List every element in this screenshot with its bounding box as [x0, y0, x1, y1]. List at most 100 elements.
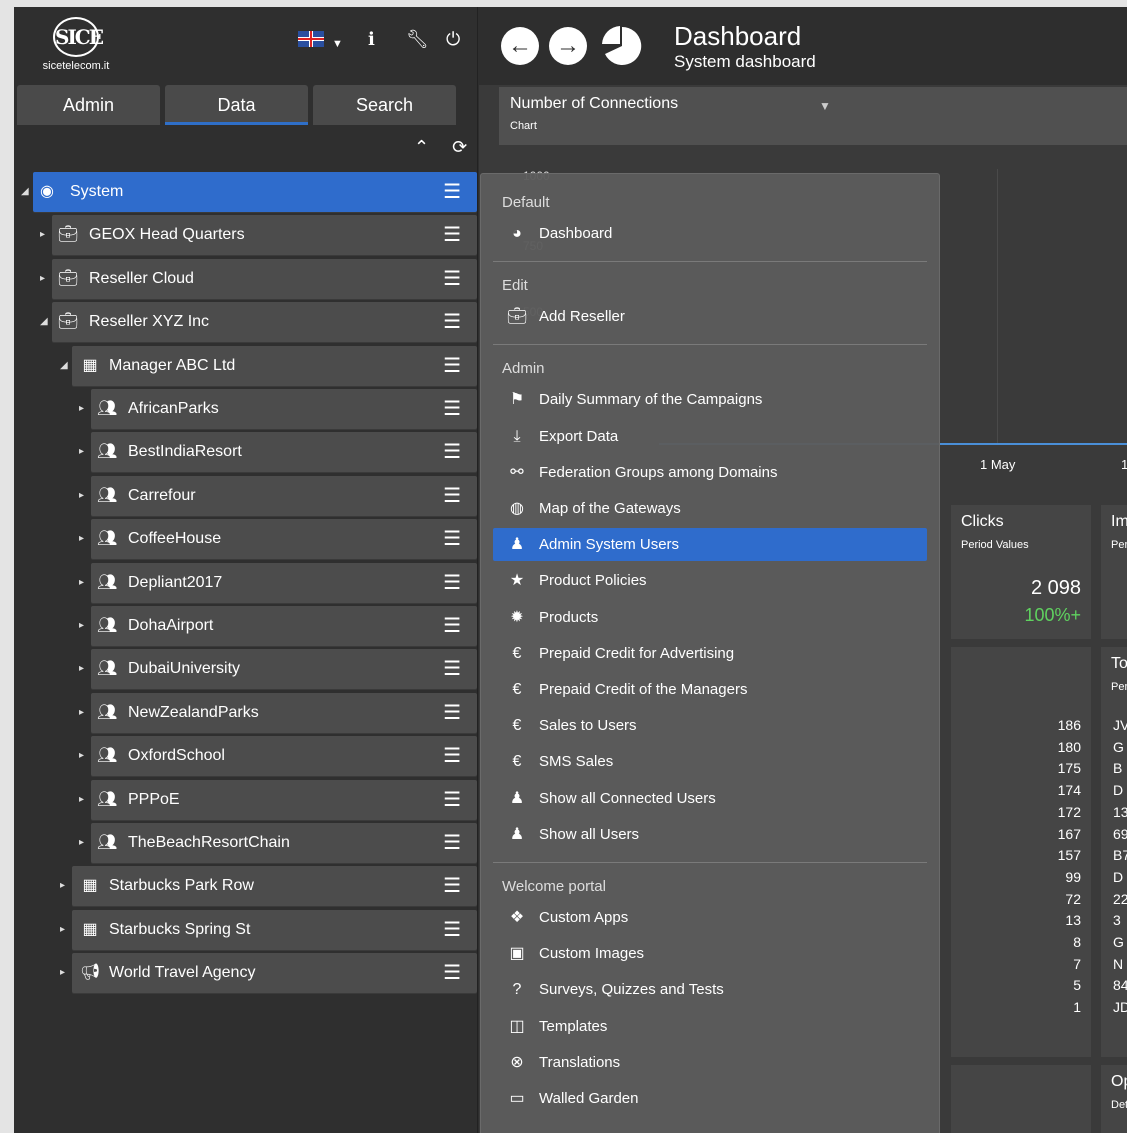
menu-item[interactable]: ▭ Walled Garden [493, 1082, 927, 1115]
tab-data[interactable]: Data [165, 85, 308, 125]
tree-expander[interactable]: ▸ [79, 606, 89, 646]
tree-node[interactable]: 👥︎ Depliant2017 ☰ [91, 562, 477, 603]
uk-flag-icon[interactable] [298, 31, 324, 47]
menu-item[interactable]: ♟ Show all Users [493, 818, 927, 851]
menu-item[interactable]: ♟ Show all Connected Users [493, 782, 927, 815]
tree-expander[interactable]: ▸ [79, 780, 89, 820]
wrench-icon[interactable]: 🔧︎ [406, 29, 429, 49]
tree-node[interactable]: 👥︎ NewZealandParks ☰ [91, 692, 477, 733]
menu-item[interactable]: € SMS Sales [493, 745, 927, 778]
tree-node[interactable]: 👥︎ BestIndiaResort ☰ [91, 432, 477, 473]
tree-node[interactable]: ▦ Starbucks Spring St ☰ [72, 909, 477, 950]
tree-expander[interactable]: ▸ [79, 519, 89, 559]
tab-admin[interactable]: Admin [17, 85, 160, 125]
menu-item[interactable]: 💼︎ Add Reseller [493, 300, 927, 333]
tree-node-label: GEOX Head Quarters [89, 226, 245, 244]
tree-node[interactable]: 💼︎ GEOX Head Quarters ☰ [52, 215, 477, 256]
chart-panel-header[interactable]: Number of Connections Chart ▼ [499, 87, 1127, 145]
tree-expander[interactable]: ▸ [40, 259, 50, 299]
hamburger-menu-icon[interactable]: ☰ [443, 953, 461, 993]
clicks-card[interactable]: Clicks Period Values 2 098 100%+ [951, 505, 1091, 639]
menu-item[interactable]: € Prepaid Credit for Advertising [493, 637, 927, 670]
menu-item[interactable]: € Sales to Users [493, 709, 927, 742]
tree-node[interactable]: 👥︎ Carrefour ☰ [91, 475, 477, 516]
menu-item[interactable]: € Prepaid Credit of the Managers [493, 673, 927, 706]
tree-node[interactable]: ▦ Manager ABC Ltd ☰ [72, 345, 477, 386]
menu-item[interactable]: ✹ Products [493, 601, 927, 634]
star-icon: ★ [509, 572, 525, 590]
hamburger-menu-icon[interactable]: ☰ [443, 910, 461, 950]
menu-item[interactable]: ◕ Dashboard [493, 217, 927, 250]
tree-node[interactable]: 👥︎ DohaAirport ☰ [91, 606, 477, 646]
chevron-down-icon[interactable]: ▼ [819, 99, 831, 113]
hamburger-menu-icon[interactable]: ☰ [443, 259, 461, 299]
hamburger-menu-icon[interactable]: ☰ [443, 823, 461, 863]
hamburger-menu-icon[interactable]: ☰ [443, 476, 461, 516]
logo[interactable]: SICE sicetelecom.it [36, 17, 116, 77]
im-card[interactable]: Im Per [1101, 505, 1127, 639]
tree-expander[interactable]: ▸ [60, 866, 70, 906]
question-icon: ? [512, 981, 522, 999]
tree-node[interactable]: 💼︎ Reseller XYZ Inc ☰ [52, 302, 477, 343]
hamburger-menu-icon[interactable]: ☰ [443, 736, 461, 776]
tree-node[interactable]: 👥︎ TheBeachResortChain ☰ [91, 823, 477, 863]
tree-expander[interactable]: ▸ [79, 476, 89, 516]
hamburger-menu-icon[interactable]: ☰ [443, 172, 461, 212]
tree-node[interactable]: 💼︎ Reseller Cloud ☰ [52, 258, 477, 299]
menu-item-label: Prepaid Credit for Advertising [539, 644, 735, 662]
hamburger-menu-icon[interactable]: ☰ [443, 302, 461, 342]
tree-expander[interactable]: ▸ [79, 432, 89, 472]
power-icon[interactable]: ⏻ [446, 29, 460, 49]
hamburger-menu-icon[interactable]: ☰ [443, 649, 461, 689]
tree-expander[interactable]: ◢ [21, 172, 31, 212]
tree-expander[interactable]: ▸ [60, 910, 70, 950]
forward-button[interactable]: → [549, 27, 587, 65]
tree-expander[interactable]: ▸ [79, 563, 89, 603]
tree-expander[interactable]: ◢ [40, 302, 50, 342]
menu-item[interactable]: ⤓ Export Data [493, 420, 927, 453]
hamburger-menu-icon[interactable]: ☰ [443, 215, 461, 255]
tree-expander[interactable]: ◢ [60, 346, 70, 386]
tree-node[interactable]: ▦ Starbucks Park Row ☰ [72, 866, 477, 907]
hamburger-menu-icon[interactable]: ☰ [443, 346, 461, 386]
menu-item[interactable]: ⚯ Federation Groups among Domains [493, 456, 927, 489]
menu-item[interactable]: ★ Product Policies [493, 564, 927, 597]
info-icon[interactable]: ℹ [368, 29, 375, 49]
tree-expander[interactable]: ▸ [60, 953, 70, 993]
tab-search[interactable]: Search [313, 85, 456, 125]
tree-node[interactable]: 👥︎ DubaiUniversity ☰ [91, 649, 477, 690]
hamburger-menu-icon[interactable]: ☰ [443, 563, 461, 603]
hamburger-menu-icon[interactable]: ☰ [443, 389, 461, 429]
menu-item[interactable]: ? Surveys, Quizzes and Tests [493, 973, 927, 1006]
hamburger-menu-icon[interactable]: ☰ [443, 693, 461, 733]
hamburger-menu-icon[interactable]: ☰ [443, 432, 461, 472]
tree-expander[interactable]: ▸ [40, 215, 50, 255]
tree-node[interactable]: 📢︎ World Travel Agency ☰ [72, 953, 477, 994]
tree-expander[interactable]: ▸ [79, 736, 89, 776]
tree-expander[interactable]: ▸ [79, 389, 89, 429]
collapse-all-icon[interactable]: ⌃ [414, 137, 429, 157]
menu-item[interactable]: ◍ Map of the Gateways [493, 492, 927, 525]
menu-item[interactable]: ♟ Admin System Users [493, 528, 927, 562]
tree-expander[interactable]: ▸ [79, 693, 89, 733]
tree-node[interactable]: 👥︎ AfricanParks ☰ [91, 389, 477, 429]
menu-item[interactable]: ◫ Templates [493, 1010, 927, 1043]
menu-item[interactable]: ❖ Custom Apps [493, 901, 927, 934]
chevron-down-icon[interactable]: ▼ [332, 34, 343, 54]
tree-node[interactable]: 👥︎ OxfordSchool ☰ [91, 736, 477, 777]
hamburger-menu-icon[interactable]: ☰ [443, 866, 461, 906]
tree-node[interactable]: ◉ System ☰ [33, 172, 477, 212]
tree-expander[interactable]: ▸ [79, 649, 89, 689]
tree-node[interactable]: 👥︎ PPPoE ☰ [91, 779, 477, 820]
back-button[interactable]: ← [501, 27, 539, 65]
hamburger-menu-icon[interactable]: ☰ [443, 780, 461, 820]
tree-expander[interactable]: ▸ [79, 823, 89, 863]
hamburger-menu-icon[interactable]: ☰ [443, 606, 461, 646]
refresh-icon[interactable]: ⟳ [452, 137, 467, 157]
pie-chart-icon[interactable] [601, 25, 643, 67]
menu-item[interactable]: ▣ Custom Images [493, 937, 927, 970]
menu-item[interactable]: ⊗ Translations [493, 1046, 927, 1079]
menu-item[interactable]: ⚑ Daily Summary of the Campaigns [493, 383, 927, 416]
tree-node[interactable]: 👥︎ CoffeeHouse ☰ [91, 519, 477, 560]
hamburger-menu-icon[interactable]: ☰ [443, 519, 461, 559]
